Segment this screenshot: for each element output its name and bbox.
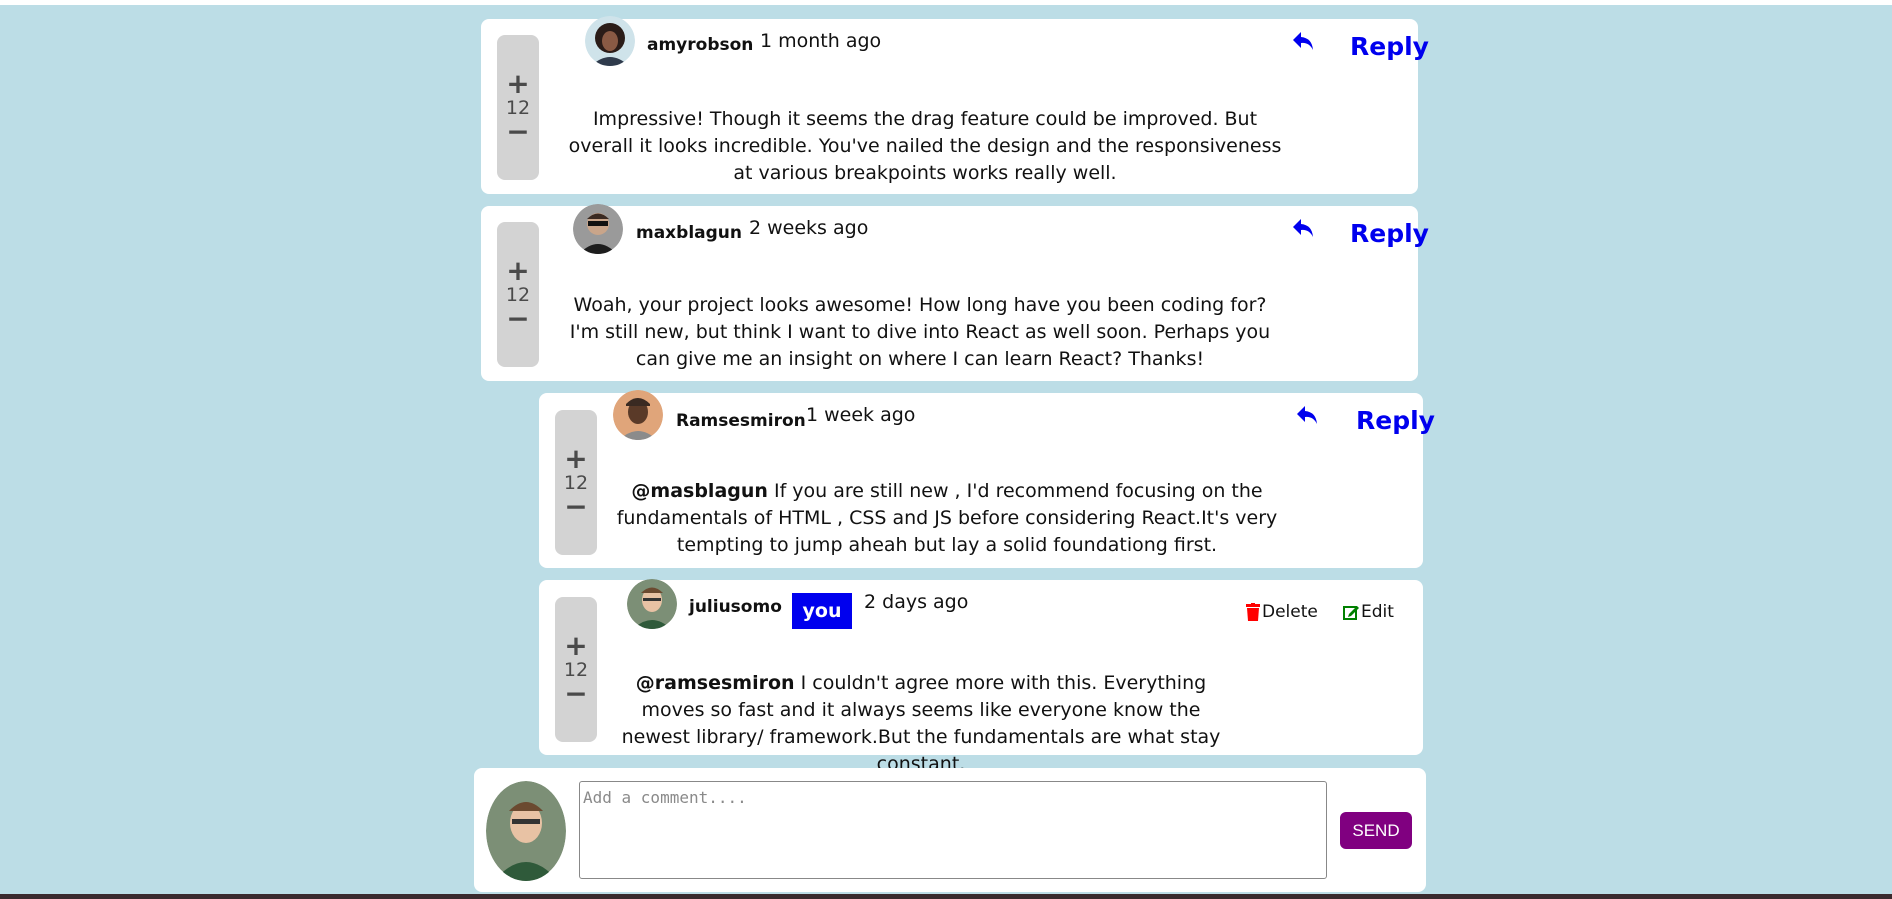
reply-card: + 12 − juliusomo you 2 days ago Delete E… <box>539 579 1423 775</box>
top-strip <box>0 0 1892 5</box>
reply-card: + 12 − Ramsesmiron 1 week ago Reply @mas… <box>539 390 1435 568</box>
reply-button[interactable]: Reply <box>1350 219 1429 248</box>
vote-box: + 12 − <box>555 410 597 555</box>
delete-label: Delete <box>1262 602 1318 622</box>
comment-text: @ramsesmiron I couldn't agree more with … <box>611 670 1231 778</box>
avatar <box>613 390 663 440</box>
trash-icon <box>1246 603 1260 621</box>
edit-button[interactable]: Edit <box>1343 602 1394 622</box>
username[interactable]: amyrobson <box>647 35 753 55</box>
reply-icon[interactable] <box>1291 217 1315 239</box>
vote-box: + 12 − <box>497 222 539 367</box>
you-badge: you <box>792 593 852 629</box>
reply-icon[interactable] <box>1295 404 1319 426</box>
mention[interactable]: @masblagun <box>631 480 768 502</box>
avatar <box>627 579 677 629</box>
upvote-button[interactable]: + <box>506 256 529 284</box>
downvote-button[interactable]: − <box>506 304 529 332</box>
timestamp: 1 month ago <box>760 30 882 52</box>
timestamp: 1 week ago <box>806 404 916 426</box>
comment-text: Woah, your project looks awesome! How lo… <box>569 294 1271 370</box>
downvote-button[interactable]: − <box>564 679 587 707</box>
comment-text: @masblagun If you are still new , I'd re… <box>599 478 1295 559</box>
username[interactable]: juliusomo <box>689 597 782 617</box>
username[interactable]: maxblagun <box>636 223 742 243</box>
upvote-button[interactable]: + <box>506 69 529 97</box>
comment-composer: SEND <box>474 768 1426 892</box>
edit-icon <box>1343 606 1359 620</box>
vote-box: + 12 − <box>555 597 597 742</box>
send-button[interactable]: SEND <box>1340 812 1412 849</box>
comment-card: + 12 − amyrobson 1 month ago Reply Impre… <box>481 16 1429 194</box>
vote-box: + 12 − <box>497 35 539 180</box>
upvote-button[interactable]: + <box>564 631 587 659</box>
upvote-button[interactable]: + <box>564 444 587 472</box>
comment-card: + 12 − maxblagun 2 weeks ago Reply Woah,… <box>481 204 1429 381</box>
delete-button[interactable]: Delete <box>1246 602 1318 622</box>
edit-label: Edit <box>1361 602 1394 622</box>
downvote-button[interactable]: − <box>506 117 529 145</box>
timestamp: 2 weeks ago <box>749 217 869 239</box>
bottom-strip <box>0 894 1892 899</box>
timestamp: 2 days ago <box>864 591 969 613</box>
reply-button[interactable]: Reply <box>1356 406 1435 435</box>
mention[interactable]: @ramsesmiron <box>636 672 795 694</box>
downvote-button[interactable]: − <box>564 492 587 520</box>
avatar <box>486 781 566 881</box>
reply-button[interactable]: Reply <box>1350 32 1429 61</box>
comment-text: Impressive! Though it seems the drag fea… <box>568 108 1282 184</box>
reply-icon[interactable] <box>1291 30 1315 52</box>
avatar <box>585 16 635 66</box>
avatar <box>573 204 623 254</box>
comment-input[interactable] <box>579 781 1327 879</box>
username[interactable]: Ramsesmiron <box>676 411 806 431</box>
